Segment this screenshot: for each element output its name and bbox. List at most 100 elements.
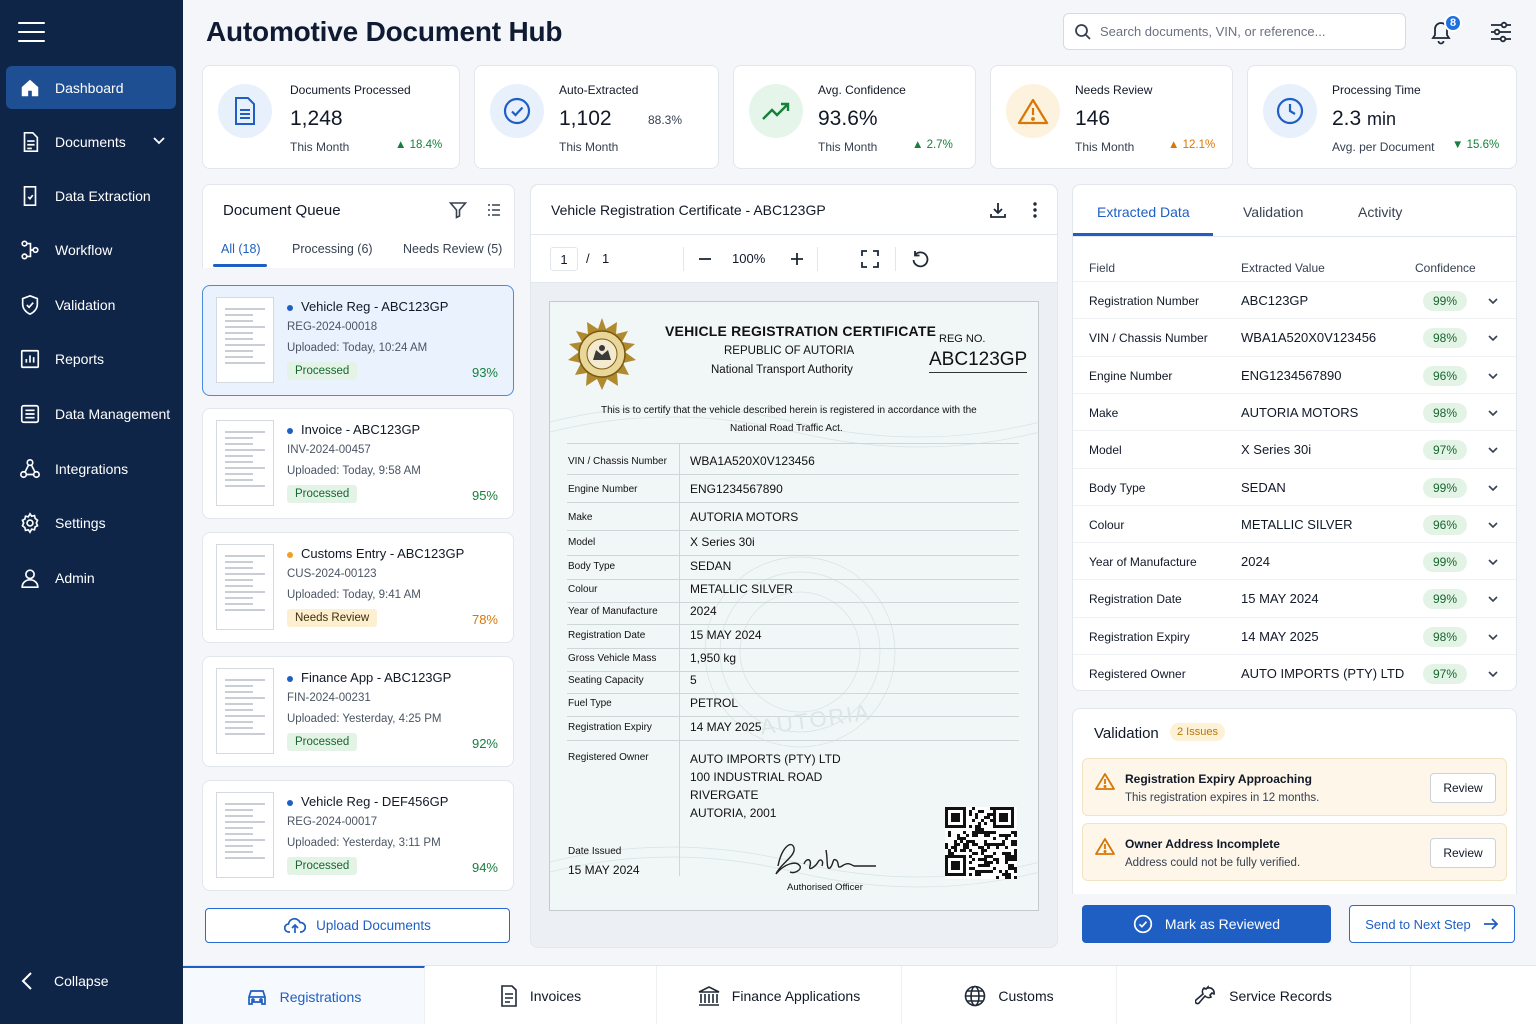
collapse-button[interactable]: Collapse (18, 970, 108, 992)
sidebar-item-reports[interactable]: Reports (6, 337, 176, 380)
chevron-down-icon[interactable] (1487, 631, 1499, 643)
data-row[interactable]: Engine Number ENG1234567890 96% (1073, 355, 1516, 393)
queue-item[interactable]: Finance App - ABC123GP FIN-2024-00231 Uplo… (202, 656, 514, 767)
data-row[interactable]: Make AUTORIA MOTORS 98% (1073, 392, 1516, 430)
queue-tab-processing[interactable]: Processing (6) (292, 242, 373, 256)
queue-item[interactable]: Vehicle Reg - ABC123GP REG-2024-00018 Uplo… (202, 285, 514, 396)
data-row[interactable]: Body Type SEDAN 99% (1073, 467, 1516, 505)
data-row[interactable]: Registration Expiry 14 MAY 2025 98% (1073, 616, 1516, 654)
sidebar-item-workflow[interactable]: Workflow (6, 228, 176, 271)
sidebar-item-dashboard[interactable]: Dashboard (6, 66, 176, 109)
sidebar-item-admin[interactable]: Admin (6, 556, 176, 599)
sidebar-item-label: Integrations (55, 460, 129, 477)
field-name: Registration Number (1089, 294, 1200, 308)
fullscreen-icon[interactable] (861, 250, 879, 268)
field-value: METALLIC SILVER (1241, 516, 1353, 532)
chevron-down-icon[interactable] (1487, 295, 1499, 307)
tab-activity[interactable]: Activity (1358, 204, 1402, 220)
toolbar-divider (683, 247, 684, 271)
certificate-field-label: VIN / Chassis Number (568, 456, 667, 467)
confidence-badge: 99% (1423, 291, 1467, 311)
data-row[interactable]: Registration Date 15 MAY 2024 99% (1073, 579, 1516, 616)
tab-extracted-data[interactable]: Extracted Data (1097, 204, 1190, 220)
page-number-input[interactable]: 1 (550, 247, 578, 271)
upload-documents-button[interactable]: Upload Documents (205, 908, 510, 943)
status-dot (287, 676, 293, 682)
menu-icon[interactable] (18, 22, 45, 42)
zoom-in-icon[interactable] (790, 252, 804, 266)
search-box[interactable] (1063, 13, 1406, 50)
sidebar-item-settings[interactable]: Settings (6, 501, 176, 544)
data-row[interactable]: Year of Manufacture 2024 99% (1073, 542, 1516, 579)
chevron-down-icon[interactable] (1487, 519, 1499, 531)
chevron-left-icon (21, 972, 32, 990)
owner-line: AUTO IMPORTS (PTY) LTD (690, 752, 841, 766)
user-icon (21, 568, 39, 588)
tab-customs[interactable]: Customs (902, 966, 1117, 1024)
sidebar-item-integrations[interactable]: Integrations (6, 447, 176, 490)
zoom-out-icon[interactable] (698, 252, 712, 266)
sort-icon[interactable] (487, 203, 501, 217)
sidebar-item-data-extraction[interactable]: Data Extraction (6, 174, 176, 217)
certificate-field-value: X Series 30i (690, 535, 755, 549)
queue-item[interactable]: Invoice - ABC123GP INV-2024-00457 Uploaded… (202, 408, 514, 519)
collapse-label: Collapse (54, 973, 109, 989)
table-divider (567, 671, 1019, 672)
data-row[interactable]: Registration Number ABC123GP 99% (1073, 281, 1516, 318)
chevron-down-icon[interactable] (1487, 407, 1499, 419)
stat-value: 2.3 min (1332, 107, 1396, 131)
chevron-down-icon[interactable] (1487, 482, 1499, 494)
queue-tab-needs-review[interactable]: Needs Review (5) (403, 242, 502, 256)
queue-item[interactable]: Vehicle Reg - DEF456GP REG-2024-00017 Uplo… (202, 780, 514, 891)
queue-item[interactable]: Customs Entry - ABC123GP CUS-2024-00123 Up… (202, 532, 514, 643)
chevron-down-icon[interactable] (1487, 593, 1499, 605)
document-name: Customs Entry - ABC123GP (301, 546, 465, 561)
sidebar-item-validation[interactable]: Validation (6, 283, 176, 326)
tab-validation[interactable]: Validation (1243, 204, 1303, 220)
upload-time: Uploaded: Today, 9:41 AM (287, 589, 421, 601)
integrations-icon (20, 458, 40, 478)
review-button[interactable]: Review (1430, 773, 1496, 803)
tab-finance-applications[interactable]: Finance Applications (657, 966, 902, 1024)
data-row[interactable]: Colour METALLIC SILVER 96% (1073, 504, 1516, 542)
mark-as-reviewed-button[interactable]: Mark as Reviewed (1082, 905, 1331, 943)
chevron-down-icon[interactable] (1487, 556, 1499, 568)
status-badge: Needs Review (287, 609, 378, 627)
chevron-down-icon[interactable] (1487, 444, 1499, 456)
chevron-down-icon[interactable] (1487, 668, 1499, 680)
table-divider (567, 648, 1019, 649)
stat-icon-circle (218, 84, 272, 138)
tab-invoices[interactable]: Invoices (425, 966, 657, 1024)
field-value: WBA1A520X0V123456 (1241, 330, 1377, 346)
owner-line: AUTORIA, 2001 (690, 806, 777, 820)
wrench-icon (1195, 984, 1216, 1004)
data-row[interactable]: Model X Series 30i 97% (1073, 430, 1516, 467)
review-button[interactable]: Review (1430, 838, 1496, 868)
chevron-down-icon[interactable] (1487, 370, 1499, 382)
download-icon[interactable] (989, 201, 1007, 219)
data-row[interactable]: VIN / Chassis Number WBA1A520X0V123456 98% (1073, 318, 1516, 355)
send-to-next-step-button[interactable]: Send to Next Step (1349, 905, 1515, 943)
filter-icon[interactable] (449, 201, 467, 219)
sidebar-item-documents[interactable]: Documents (6, 120, 176, 163)
sidebar-item-data-management[interactable]: Data Management (6, 392, 176, 435)
queue-tab-all[interactable]: All (18) (221, 242, 261, 256)
tab-service-records[interactable]: Service Records (1117, 966, 1411, 1024)
chevron-down-icon[interactable] (152, 134, 166, 148)
table-divider (567, 555, 1019, 556)
document-icon (23, 131, 39, 152)
document-reference: REG-2024-00018 (287, 321, 378, 333)
chevron-down-icon[interactable] (1487, 332, 1499, 344)
more-options-icon[interactable] (1032, 201, 1038, 219)
rotate-icon[interactable] (911, 250, 929, 268)
stat-label: Auto-Extracted (559, 83, 639, 97)
filter-settings-icon[interactable] (1489, 20, 1513, 44)
tab-registrations[interactable]: Registrations (183, 966, 425, 1024)
stat-card-processing-time: Processing Time 2.3 min Avg. per Documen… (1247, 65, 1517, 169)
certificate-field-value: 14 MAY 2025 (690, 720, 762, 734)
data-row[interactable]: Registered Owner AUTO IMPORTS (PTY) LTD 97… (1073, 654, 1516, 691)
warning-icon (1095, 773, 1115, 790)
search-input[interactable] (1100, 24, 1390, 39)
tab-label: Registrations (279, 988, 362, 1005)
owner-line: 100 INDUSTRIAL ROAD (690, 770, 823, 784)
